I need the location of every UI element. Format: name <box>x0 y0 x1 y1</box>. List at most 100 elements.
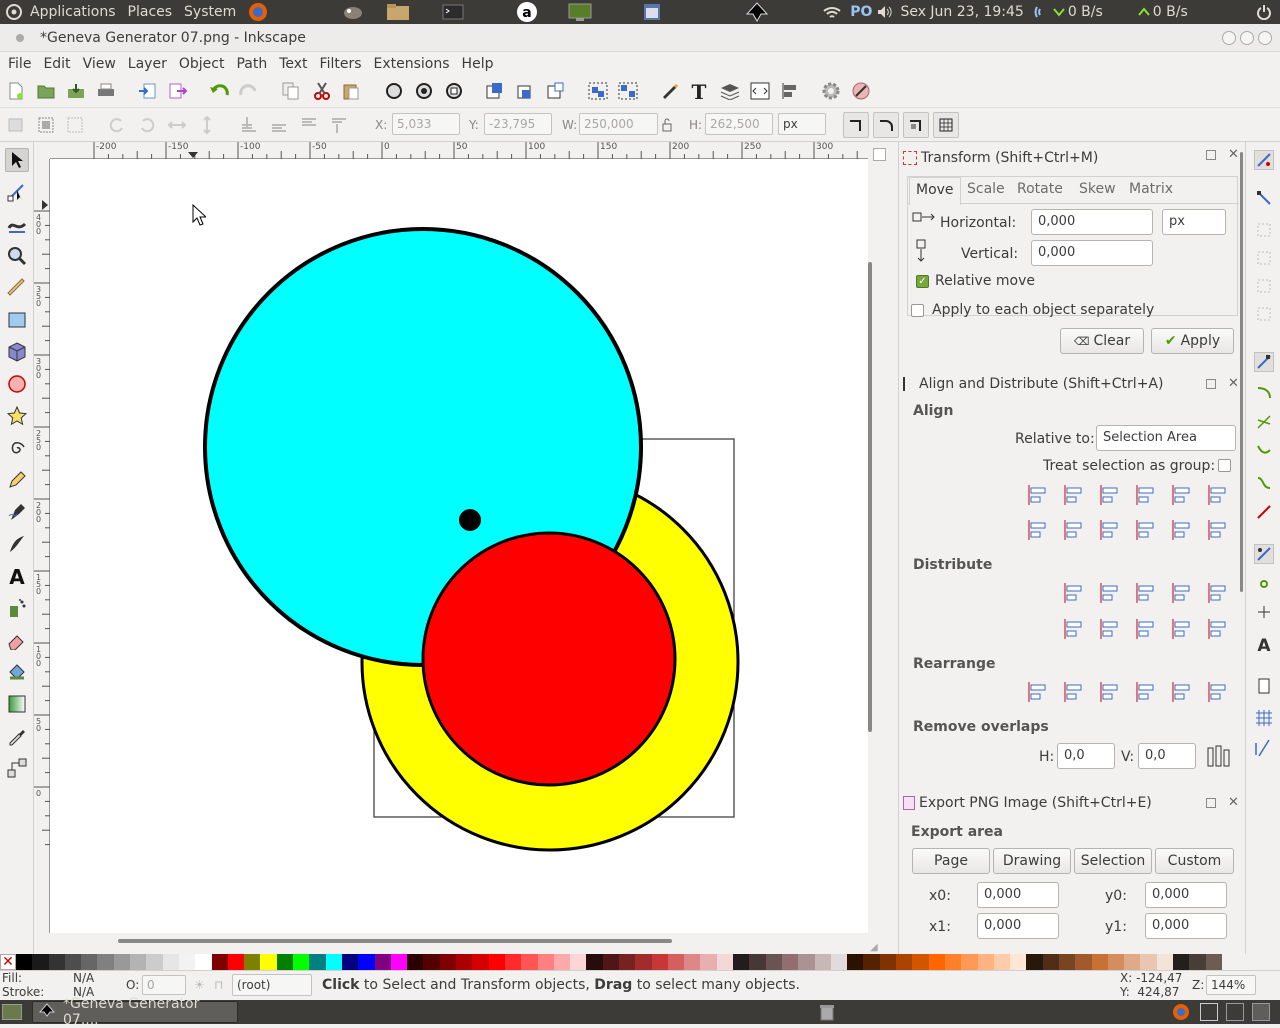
workspace-2-icon[interactable] <box>1226 1003 1244 1021</box>
zoom-drawing-icon[interactable] <box>413 80 435 102</box>
h-field[interactable]: 262,500 <box>705 113 773 135</box>
palette-swatch[interactable] <box>1156 954 1174 970</box>
clear-button[interactable]: ⌫ Clear <box>1060 328 1144 354</box>
palette-swatch[interactable] <box>716 954 734 970</box>
distribute-right-icon[interactable] <box>1132 580 1158 606</box>
align-bottom-to-top-icon[interactable] <box>1024 517 1050 543</box>
palette-swatch[interactable] <box>635 954 652 970</box>
export-close-icon[interactable]: ✕ <box>1228 795 1239 810</box>
palette-swatch[interactable] <box>700 954 717 970</box>
align-right-to-left-icon[interactable] <box>1024 482 1050 508</box>
align-top-edges-icon[interactable] <box>1060 517 1086 543</box>
vertical-ruler[interactable]: 400 350 300 250 200 150 100 50 0 <box>34 159 50 933</box>
snap-bbox-corner-icon[interactable] <box>1254 248 1274 268</box>
snap-intersections-icon[interactable] <box>1254 412 1274 432</box>
measure-tool-icon[interactable] <box>5 276 29 300</box>
distribute-gaps-h-icon[interactable] <box>1168 580 1194 606</box>
star-tool-icon[interactable] <box>5 404 29 428</box>
snap-cusp-icon[interactable] <box>1254 442 1274 462</box>
copy-icon[interactable] <box>280 80 302 102</box>
select-all-icon[interactable] <box>5 114 27 136</box>
align-distribute-icon[interactable] <box>779 80 801 102</box>
clone-icon[interactable] <box>515 80 537 102</box>
window-menu-dot[interactable] <box>16 33 24 42</box>
x-field[interactable]: 5,033 <box>392 113 460 135</box>
scale-corners-icon[interactable] <box>873 112 899 138</box>
fill-stroke-icon[interactable] <box>658 80 680 102</box>
snap-nodes-icon[interactable] <box>1254 352 1274 372</box>
palette-swatch[interactable] <box>684 954 701 970</box>
pen-tool-icon[interactable] <box>5 500 29 524</box>
trash-icon[interactable] <box>818 1003 836 1025</box>
open-icon[interactable] <box>35 80 57 102</box>
palette-swatch[interactable] <box>1173 954 1190 970</box>
palette-swatch[interactable] <box>847 954 864 970</box>
menu-layer[interactable]: Layer <box>122 56 173 72</box>
snap-midpoints-icon[interactable] <box>1254 502 1274 522</box>
treat-group-checkbox[interactable] <box>1218 459 1231 472</box>
layer-select[interactable]: (root) <box>232 974 312 996</box>
palette-swatch[interactable] <box>830 954 848 970</box>
duplicate-icon[interactable] <box>484 80 506 102</box>
menu-view[interactable]: View <box>77 56 122 72</box>
palette-swatch[interactable] <box>1075 954 1092 970</box>
menu-edit[interactable]: Edit <box>37 56 76 72</box>
export-selection-button[interactable]: Selection <box>1074 848 1152 874</box>
align-top-to-bottom-icon[interactable] <box>1168 517 1194 543</box>
remove-overlaps-icon[interactable] <box>1206 744 1230 772</box>
tab-scale[interactable]: Scale <box>961 177 1011 203</box>
lower-icon[interactable] <box>298 114 320 136</box>
move-patterns-icon[interactable] <box>933 112 959 138</box>
palette-swatch[interactable] <box>863 954 880 970</box>
workspace-1-icon[interactable] <box>1200 1003 1218 1021</box>
import-icon[interactable] <box>136 80 158 102</box>
power-icon[interactable] <box>1250 0 1280 24</box>
align-close-icon[interactable]: ✕ <box>1228 376 1239 391</box>
align-center-vertical-icon[interactable] <box>1096 482 1122 508</box>
paste-icon[interactable] <box>340 80 362 102</box>
palette-swatch[interactable] <box>325 954 342 970</box>
deselect-icon[interactable] <box>64 114 86 136</box>
distribute-top-icon[interactable] <box>1060 616 1086 642</box>
zoom-selection-icon[interactable] <box>383 80 405 102</box>
palette-swatch[interactable] <box>211 954 228 970</box>
palette-swatch[interactable] <box>1107 954 1125 970</box>
palette-swatch[interactable] <box>341 954 359 970</box>
text-font-icon[interactable]: T <box>688 80 710 102</box>
palette-swatch[interactable] <box>488 954 505 970</box>
distribute-left-icon[interactable] <box>1060 580 1086 606</box>
spiral-tool-icon[interactable] <box>5 436 29 460</box>
snap-smooth-icon[interactable] <box>1254 472 1274 492</box>
zoom-page-icon[interactable] <box>443 80 465 102</box>
palette-swatch[interactable] <box>309 954 326 970</box>
snap-bbox-icon[interactable] <box>1254 188 1274 208</box>
snap-guides-icon[interactable] <box>1254 738 1274 758</box>
ungroup-icon[interactable] <box>617 80 639 102</box>
unclump-icon[interactable] <box>1204 679 1230 705</box>
palette-swatch[interactable] <box>781 954 799 970</box>
palette-swatch[interactable] <box>1010 954 1027 970</box>
terminal-icon[interactable] <box>436 0 470 24</box>
vertical-scrollbar[interactable]: ◢ <box>868 142 896 953</box>
snap-bbox-center-icon[interactable] <box>1254 304 1274 324</box>
palette-swatch[interactable] <box>570 954 587 970</box>
calligraphy-tool-icon[interactable] <box>5 532 29 556</box>
palette-swatch[interactable] <box>651 954 668 970</box>
palette-swatch[interactable] <box>814 954 831 970</box>
distribute-baseline-h-icon[interactable] <box>1204 580 1230 606</box>
palette-swatch[interactable] <box>113 954 131 970</box>
palette-swatch[interactable] <box>390 954 408 970</box>
raise-icon[interactable] <box>268 114 290 136</box>
zoom-tool-icon[interactable] <box>5 244 29 268</box>
align-left-edges-icon[interactable] <box>1060 482 1086 508</box>
snap-others-icon[interactable] <box>1254 544 1274 564</box>
rotate-ccw-icon[interactable] <box>106 114 128 136</box>
palette-swatch[interactable] <box>798 954 815 970</box>
clock[interactable]: Sex Jun 23, 19:45 <box>896 0 1027 24</box>
palette-swatch[interactable] <box>896 954 913 970</box>
pencil-tool-icon[interactable] <box>5 468 29 492</box>
align-iconify-icon[interactable] <box>1206 379 1216 389</box>
rearrange-graph-icon[interactable] <box>1024 679 1050 705</box>
palette-swatch[interactable] <box>244 954 261 970</box>
menu-help[interactable]: Help <box>456 56 500 72</box>
